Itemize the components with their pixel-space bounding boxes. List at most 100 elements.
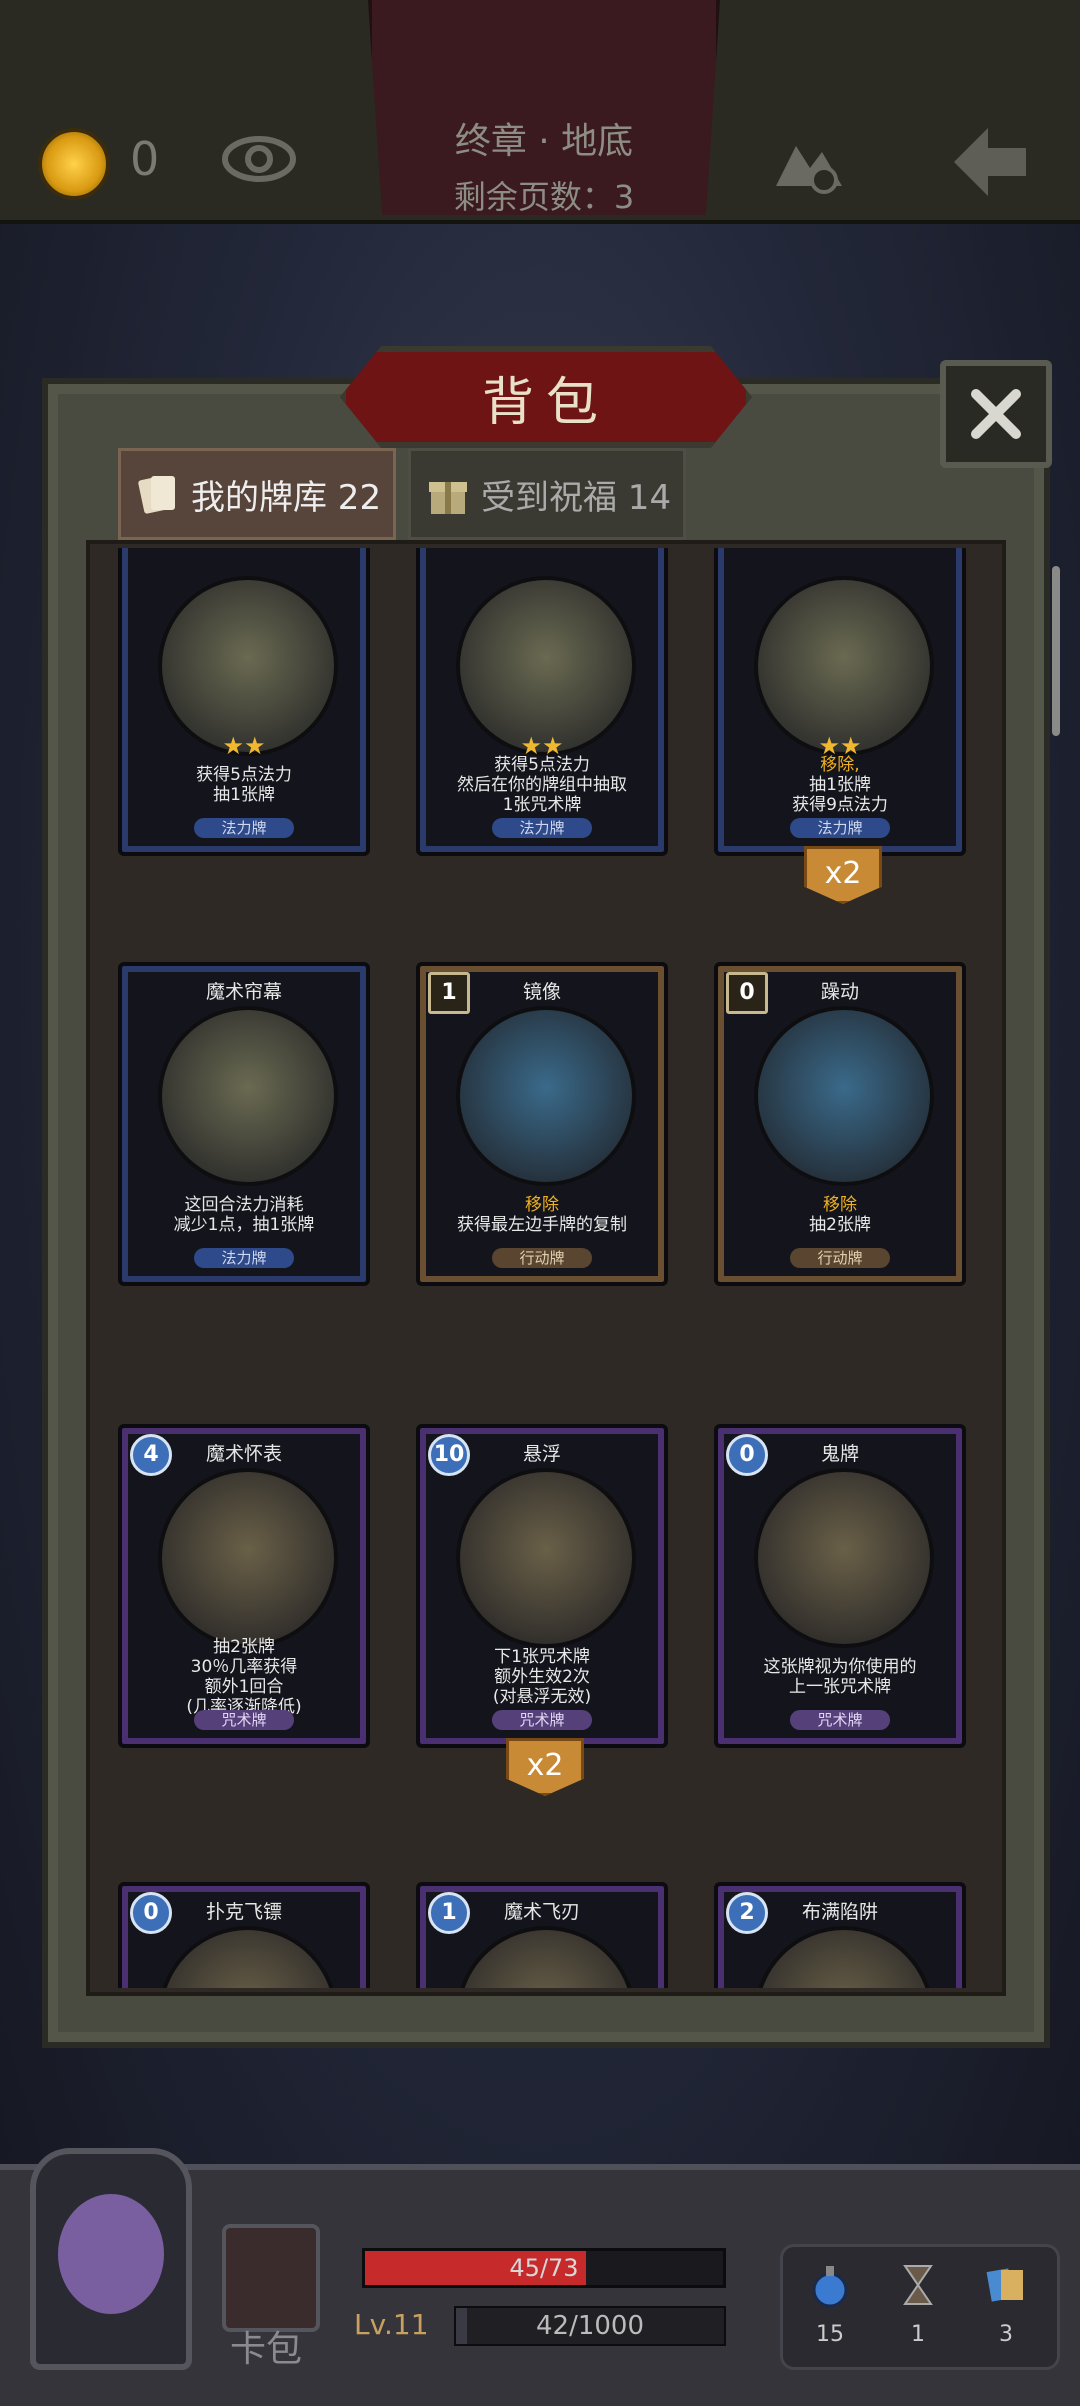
xp-bar: 42/1000: [454, 2306, 726, 2346]
back-arrow-icon[interactable]: [950, 124, 1030, 200]
cards-icon: [986, 2268, 1023, 2302]
close-icon: [971, 389, 1021, 439]
card-description-line: 上一张咒术牌: [789, 1677, 891, 1697]
resource-cards-value: 3: [999, 2322, 1013, 2347]
card-description: 移除, 抽1张牌 获得9点法力: [738, 755, 942, 815]
scrollbar[interactable]: [1052, 566, 1060, 736]
card-description-line: 1张咒术牌: [502, 795, 582, 815]
card-description-line: 额外生效2次: [494, 1667, 590, 1687]
card-cost: 0: [726, 972, 768, 1014]
card-description: 下1张咒术牌 额外生效2次 (对悬浮无效): [440, 1647, 644, 1707]
card-description: 这回合法力消耗 减少1点，抽1张牌: [142, 1186, 346, 1244]
card-description-line: 额外1回合: [204, 1677, 284, 1697]
card-cost: 2: [726, 1892, 768, 1934]
card-keyword: 移除: [525, 1195, 559, 1215]
card-art: [754, 576, 934, 756]
resource-hourglass-value: 1: [911, 2322, 925, 2347]
card[interactable]: 扑克飞镖 0: [118, 1882, 370, 1988]
card-keyword: 移除: [823, 1195, 857, 1215]
card-description-line: 抽2张牌: [213, 1637, 275, 1657]
card-description-line: 抽1张牌: [213, 785, 275, 805]
card-type-badge: 法力牌: [194, 818, 294, 838]
card-description: 移除 抽2张牌: [738, 1186, 942, 1244]
card-cost: 1: [428, 972, 470, 1014]
card-cost: 0: [726, 1434, 768, 1476]
card-description: 获得5点法力 抽1张牌: [142, 756, 346, 814]
card-pack-label[interactable]: 卡包: [230, 2320, 302, 2372]
card-art: [456, 576, 636, 756]
panel-title: 背包: [340, 346, 752, 448]
card-description-line: 下1张咒术牌: [494, 1647, 590, 1667]
card-art: [754, 1468, 934, 1648]
card-art: [158, 1468, 338, 1648]
hp-bar: 45/73: [362, 2248, 726, 2288]
gift-icon: [429, 482, 467, 514]
card-cost: 0: [130, 1892, 172, 1934]
card-description-line: 获得5点法力: [196, 765, 292, 785]
card-cost: 1: [428, 1892, 470, 1934]
card[interactable]: 布满陷阱 2: [714, 1882, 966, 1988]
card-type-badge: 法力牌: [194, 1248, 294, 1268]
card-description-line: 获得5点法力: [494, 755, 590, 775]
card-type-badge: 咒术牌: [790, 1710, 890, 1730]
card-type-badge: 行动牌: [492, 1248, 592, 1268]
coin-icon: [38, 128, 110, 200]
card-pack-icon[interactable]: [222, 2224, 320, 2332]
tab-blessings[interactable]: 受到祝福 14: [408, 448, 686, 540]
player-avatar[interactable]: [30, 2148, 192, 2370]
card-description-line: 这张牌视为你使用的: [763, 1657, 917, 1677]
card-description-line: 抽1张牌: [809, 775, 871, 795]
deck-icon: [138, 476, 175, 514]
card[interactable]: 魔术帘幕 这回合法力消耗 减少1点，抽1张牌 法力牌: [118, 962, 370, 1286]
resource-potion[interactable]: 15: [800, 2262, 860, 2347]
card[interactable]: ★★ 获得5点法力 然后在你的牌组中抽取 1张咒术牌 法力牌: [416, 548, 668, 856]
resource-potion-value: 15: [816, 2322, 844, 2347]
resource-hourglass[interactable]: 1: [888, 2262, 948, 2347]
card[interactable]: 魔术飞刃 1: [416, 1882, 668, 1988]
card-description: 抽2张牌 30％几率获得 额外1回合 (几率逐渐降低): [142, 1637, 346, 1717]
card-type-badge: 咒术牌: [492, 1710, 592, 1730]
card[interactable]: ★★ 获得5点法力 抽1张牌 法力牌: [118, 548, 370, 856]
card-art: [456, 1926, 636, 1988]
card-description-line: 获得9点法力: [792, 795, 888, 815]
card[interactable]: 魔术怀表 4 抽2张牌 30％几率获得 额外1回合 (几率逐渐降低) 咒术牌: [118, 1424, 370, 1748]
card-type-badge: 法力牌: [492, 818, 592, 838]
card-description: 获得5点法力 然后在你的牌组中抽取 1张咒术牌: [440, 755, 644, 815]
card-name: [434, 548, 650, 578]
card-description-line: 30％几率获得: [190, 1657, 298, 1677]
potion-icon: [812, 2266, 848, 2308]
card-description-line: 获得最左边手牌的复制: [457, 1215, 627, 1235]
card-cost: 4: [130, 1434, 172, 1476]
hourglass-icon: [903, 2265, 933, 2305]
card-art: [158, 576, 338, 756]
close-button[interactable]: [940, 360, 1052, 468]
chapter-panel: 终章 · 地底 剩余页数：3: [368, 0, 720, 215]
tab-my-deck[interactable]: 我的牌库 22: [118, 448, 396, 540]
card-description-line: (对悬浮无效): [492, 1687, 592, 1707]
card[interactable]: 鬼牌 0 这张牌视为你使用的 上一张咒术牌 咒术牌: [714, 1424, 966, 1748]
card-quantity-badge: x2: [804, 846, 882, 904]
card-cost: 10: [428, 1434, 470, 1476]
resource-cards[interactable]: 3: [976, 2262, 1036, 2347]
card-name: [732, 548, 948, 578]
card-grid: ★★ 获得5点法力 抽1张牌 法力牌 ★★ 获得5点法力 然后在你的牌组中抽取 1张咒术牌 法力…: [86, 548, 998, 1988]
card[interactable]: 镜像 1 移除 获得最左边手牌的复制 行动牌: [416, 962, 668, 1286]
eye-icon[interactable]: [222, 130, 296, 188]
card-description-line: 减少1点，抽1张牌: [173, 1215, 315, 1235]
card-name: [136, 548, 352, 578]
tab-blessings-label: 受到祝福 14: [481, 477, 672, 518]
card-description: 这张牌视为你使用的 上一张咒术牌: [738, 1648, 942, 1706]
card-art: [158, 1926, 338, 1988]
card-art: [456, 1006, 636, 1186]
card-description-line: 抽2张牌: [809, 1215, 871, 1235]
card-art: [456, 1468, 636, 1648]
card[interactable]: ★★ 移除, 抽1张牌 获得9点法力 法力牌: [714, 548, 966, 856]
card[interactable]: 躁动 0 移除 抽2张牌 行动牌: [714, 962, 966, 1286]
card-type-badge: 咒术牌: [194, 1710, 294, 1730]
tab-my-deck-label: 我的牌库 22: [191, 477, 382, 518]
card[interactable]: 悬浮 10 下1张咒术牌 额外生效2次 (对悬浮无效) 咒术牌: [416, 1424, 668, 1748]
card-type-badge: 行动牌: [790, 1248, 890, 1268]
card-art: [754, 1006, 934, 1186]
map-icon[interactable]: [770, 126, 848, 196]
card-description-line: 然后在你的牌组中抽取: [457, 775, 627, 795]
